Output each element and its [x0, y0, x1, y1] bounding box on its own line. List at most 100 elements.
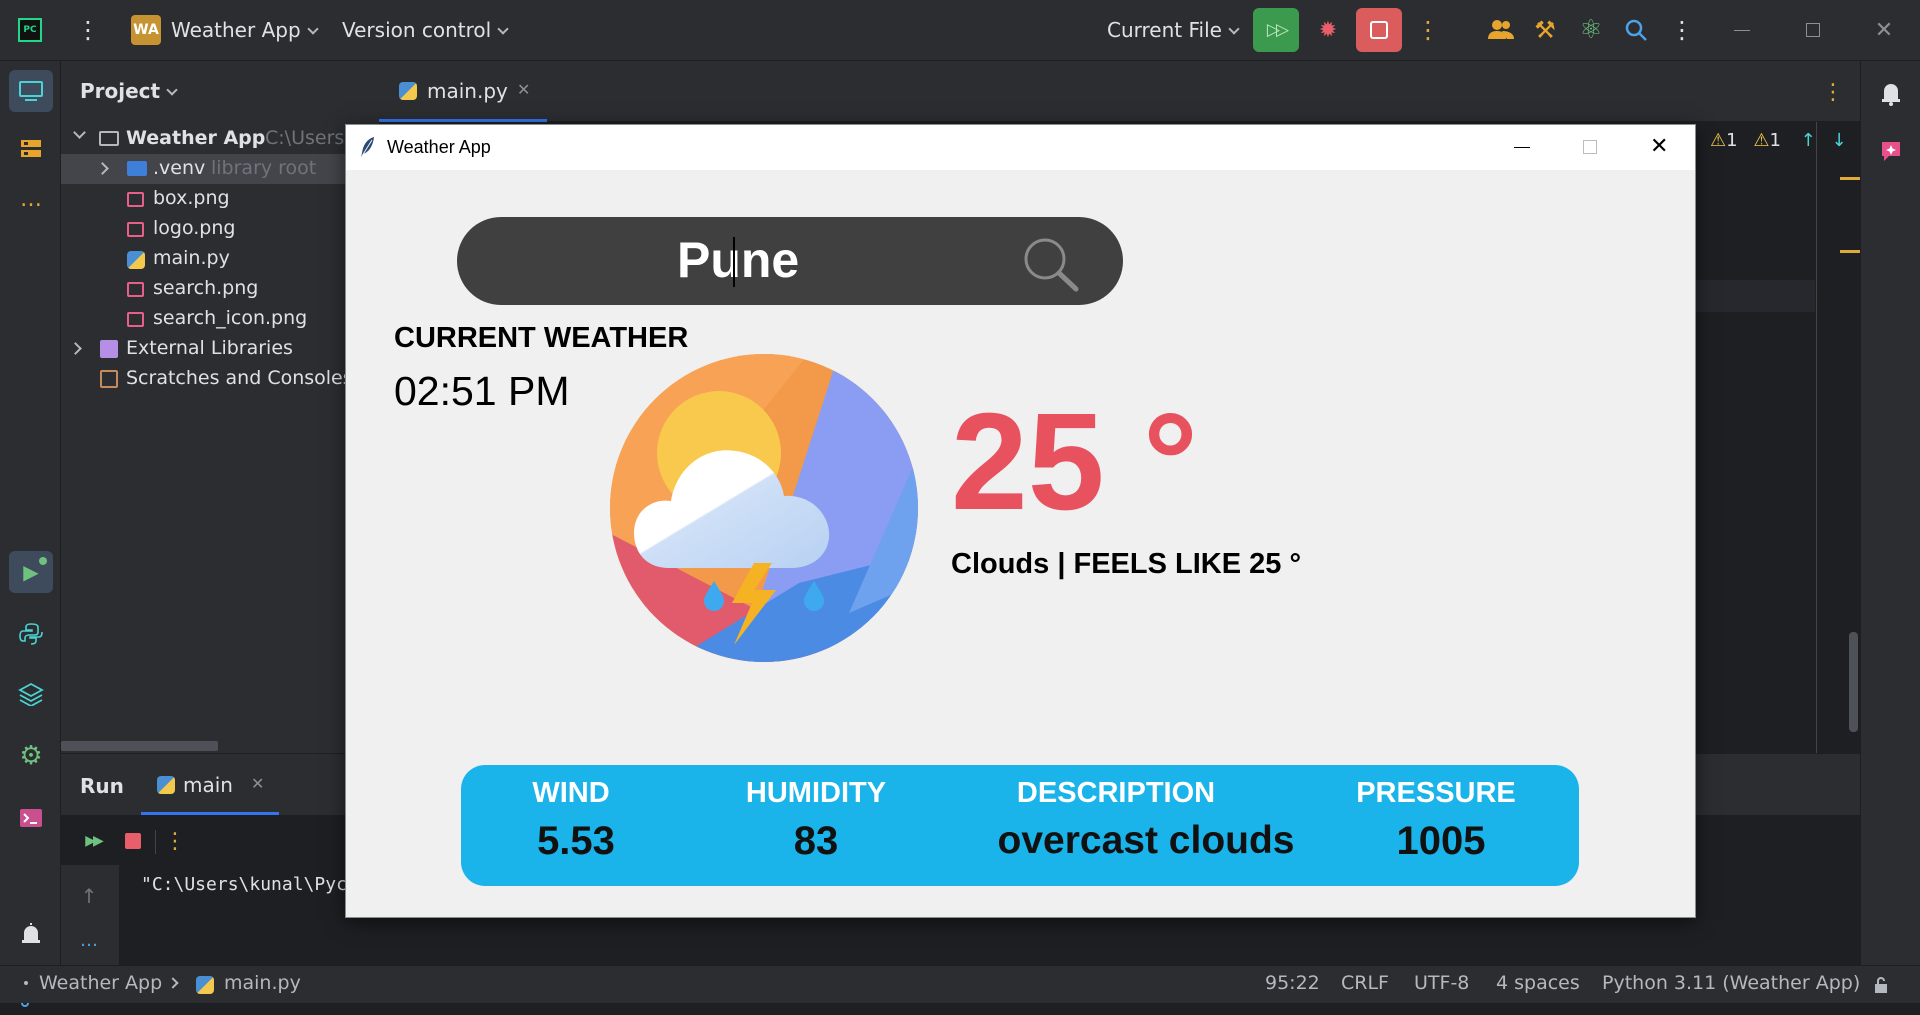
- weak-warning-icon: ⚠: [1753, 130, 1770, 151]
- rerun-button[interactable]: ▷▷: [1253, 8, 1299, 52]
- problems-button[interactable]: [9, 913, 53, 955]
- more-icon[interactable]: …: [75, 926, 103, 954]
- stop-button[interactable]: [1356, 8, 1402, 52]
- stop-icon[interactable]: [119, 827, 147, 855]
- library-icon: [100, 340, 118, 358]
- tab-main-py[interactable]: main.py ✕: [379, 61, 547, 122]
- chevron-down-icon: [306, 23, 319, 35]
- window-title: Weather App: [387, 137, 491, 157]
- error-stripe-marker[interactable]: [1840, 250, 1860, 253]
- structure-icon: [21, 140, 41, 157]
- tree-item-file[interactable]: logo.png: [61, 214, 379, 244]
- breadcrumb-project[interactable]: Weather App: [39, 972, 162, 994]
- scroll-up-icon[interactable]: ↑: [75, 882, 103, 910]
- tree-item-external-libraries[interactable]: External Libraries: [61, 334, 379, 364]
- project-panel-header[interactable]: Project: [80, 79, 178, 103]
- inspection-widget[interactable]: ⚠1 ⚠1 ↑ ↓: [1710, 130, 1847, 151]
- city-search-bar[interactable]: Pune: [457, 217, 1123, 305]
- vertical-scrollbar[interactable]: [1849, 632, 1858, 732]
- search-icon[interactable]: [1021, 235, 1081, 297]
- chevron-right-icon[interactable]: [69, 342, 82, 355]
- description-label: DESCRIPTION: [1016, 777, 1216, 809]
- project-badge[interactable]: WA: [131, 15, 161, 45]
- tree-item-project-root[interactable]: Weather App C:\Users: [61, 124, 379, 154]
- horizontal-scrollbar[interactable]: [61, 741, 218, 751]
- ai-assistant-icon[interactable]: ⚛: [1575, 14, 1607, 46]
- more-actions-icon[interactable]: ⋮: [1416, 14, 1440, 46]
- debug-button[interactable]: ✹: [1310, 12, 1346, 48]
- services-button[interactable]: ⚙: [9, 735, 53, 777]
- minimize-icon[interactable]: [1726, 14, 1758, 46]
- ai-chat-button[interactable]: [1869, 131, 1913, 171]
- folder-icon: [99, 131, 119, 146]
- tree-suffix: C:\Users: [265, 127, 345, 149]
- humidity-label: HUMIDITY: [745, 777, 887, 809]
- settings-menu-icon[interactable]: ⋮: [1670, 14, 1694, 46]
- more-tools-icon[interactable]: …: [9, 183, 53, 215]
- window-title-bar[interactable]: Weather App ✕: [346, 125, 1695, 170]
- code-with-me-icon[interactable]: [1485, 14, 1517, 46]
- python-console-icon: [19, 623, 43, 645]
- python-interpreter[interactable]: Python 3.11 (Weather App): [1602, 972, 1860, 994]
- text-caret: [733, 237, 735, 287]
- lock-icon[interactable]: [1873, 976, 1889, 993]
- structure-tool-button[interactable]: [9, 128, 53, 170]
- run-options-icon[interactable]: ⋮: [164, 827, 186, 855]
- arrow-down-icon[interactable]: ↓: [1831, 130, 1846, 151]
- pycharm-logo-icon[interactable]: PC: [18, 18, 42, 42]
- tab-options-icon[interactable]: ⋮: [1822, 77, 1844, 107]
- file-encoding[interactable]: UTF-8: [1414, 972, 1469, 994]
- close-tab-icon[interactable]: ✕: [251, 774, 264, 793]
- window-maximize-icon[interactable]: [1583, 140, 1597, 154]
- project-switcher[interactable]: Weather App: [171, 18, 319, 42]
- python-file-icon: [399, 82, 417, 100]
- scratches-icon: [100, 370, 118, 388]
- tree-item-scratches[interactable]: Scratches and Consoles: [61, 364, 379, 394]
- ai-chat-icon: [1882, 142, 1900, 161]
- tree-label: box.png: [153, 187, 230, 209]
- chevron-right-icon[interactable]: [96, 162, 109, 175]
- breadcrumb-file[interactable]: main.py: [224, 972, 301, 994]
- tree-item-file[interactable]: search_icon.png: [61, 304, 379, 334]
- tree-item-file[interactable]: search.png: [61, 274, 379, 304]
- close-tab-icon[interactable]: ✕: [517, 80, 530, 99]
- python-console-button[interactable]: [9, 613, 53, 655]
- run-tool-button[interactable]: ▶: [9, 551, 53, 593]
- window-minimize-icon[interactable]: [1514, 147, 1530, 148]
- run-tab-main[interactable]: main ✕: [141, 754, 279, 815]
- weak-warning-count: 1: [1769, 130, 1781, 151]
- build-tools-icon[interactable]: ⚒: [1529, 14, 1561, 46]
- project-tool-button[interactable]: [9, 70, 53, 112]
- caret-position[interactable]: 95:22: [1265, 972, 1320, 994]
- vcs-menu[interactable]: Version control: [342, 18, 509, 42]
- python-file-icon: [157, 776, 175, 794]
- error-stripe-marker[interactable]: [1840, 177, 1860, 180]
- tab-label: main.py: [427, 79, 508, 103]
- indent-setting[interactable]: 4 spaces: [1496, 972, 1580, 994]
- tree-label: External Libraries: [126, 337, 293, 359]
- tree-item-venv[interactable]: .venv library root: [61, 154, 379, 184]
- rerun-icon[interactable]: ▶▶: [79, 827, 107, 855]
- line-separator[interactable]: CRLF: [1341, 972, 1389, 994]
- terminal-button[interactable]: [9, 797, 53, 839]
- bell-icon: [1882, 84, 1900, 106]
- tree-label: Scratches and Consoles: [126, 367, 353, 389]
- notifications-button[interactable]: [1869, 73, 1913, 113]
- search-icon[interactable]: [1620, 14, 1652, 46]
- tree-item-file[interactable]: main.py: [61, 244, 379, 274]
- chevron-down-icon[interactable]: [73, 126, 86, 139]
- monitor-icon: [19, 81, 43, 101]
- vertical-divider: [1816, 122, 1817, 753]
- window-close-icon[interactable]: ✕: [1650, 133, 1668, 159]
- arrow-up-icon[interactable]: ↑: [1801, 130, 1816, 151]
- close-icon[interactable]: ✕: [1868, 14, 1900, 46]
- run-panel-title: Run: [80, 774, 124, 798]
- restore-icon[interactable]: [1797, 14, 1829, 46]
- run-config-selector[interactable]: Current File: [1107, 18, 1240, 42]
- city-search-input[interactable]: Pune: [677, 231, 799, 289]
- tree-label: .venv: [153, 157, 206, 179]
- image-file-icon: [127, 312, 144, 327]
- tree-item-file[interactable]: box.png: [61, 184, 379, 214]
- main-menu-icon[interactable]: ⋮: [76, 16, 100, 44]
- python-packages-button[interactable]: [9, 673, 53, 715]
